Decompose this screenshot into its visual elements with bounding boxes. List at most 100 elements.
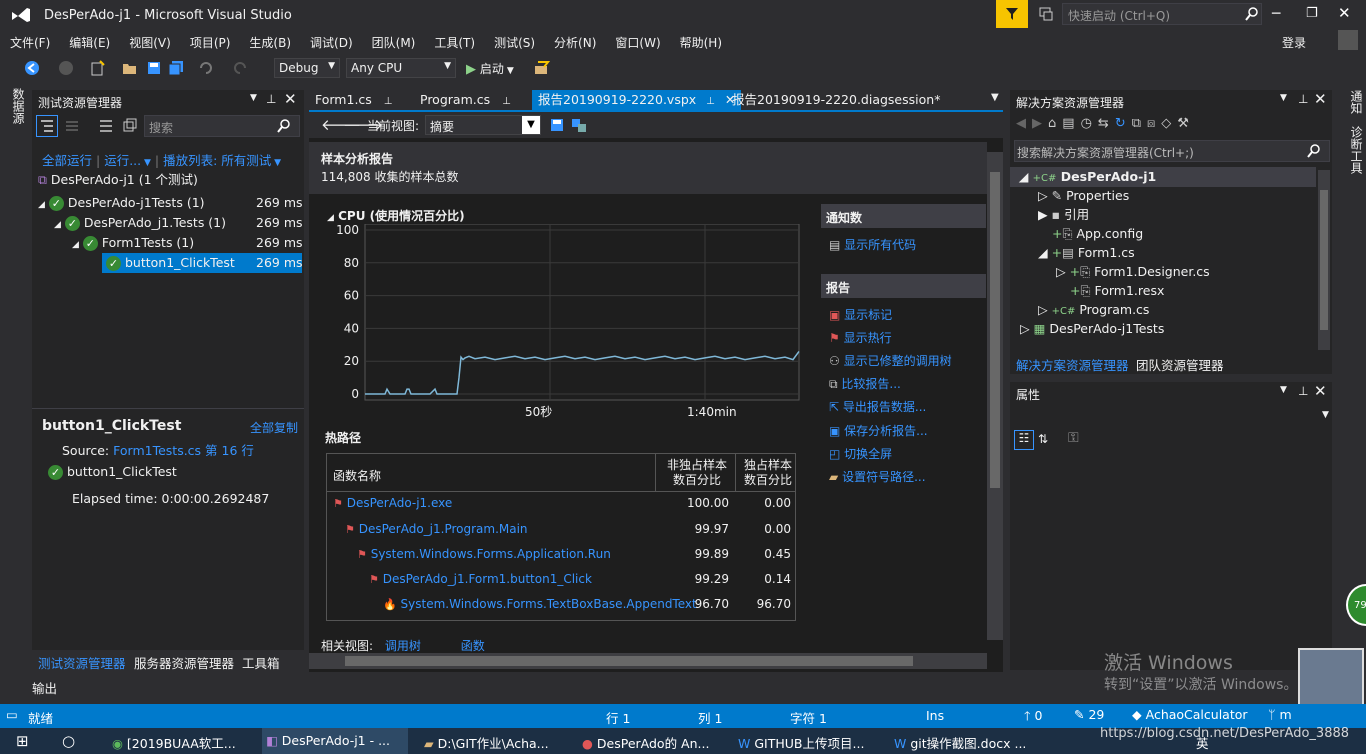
menu-project[interactable]: 项目(P) <box>180 30 240 51</box>
group-by-icon[interactable] <box>36 115 58 137</box>
menu-help[interactable]: 帮助(H) <box>670 30 731 51</box>
menu-view[interactable]: 视图(V) <box>119 30 180 51</box>
show-all-code-link[interactable]: ▤ 显示所有代码 <box>829 236 916 253</box>
current-view-select[interactable]: 摘要 ▼ <box>425 115 541 135</box>
doc-tab-diagsession[interactable]: 报告20190919-2220.diagsession* <box>726 90 946 110</box>
quick-launch-box[interactable]: 快速启动 (Ctrl+Q) <box>1062 3 1262 25</box>
maximize-button[interactable]: ❐ <box>1306 6 1326 22</box>
pin-icon[interactable]: ⊥ <box>266 92 276 106</box>
close-icon[interactable]: ✕ <box>1314 90 1327 108</box>
menu-team[interactable]: 团队(M) <box>362 30 425 51</box>
horizontal-scrollbar[interactable] <box>309 653 987 669</box>
taskbar-item[interactable]: ▰ D:\GIT作业\Acha... <box>420 728 566 754</box>
close-window-button[interactable]: ✕ <box>1338 4 1358 22</box>
playlist-link[interactable]: 播放列表: 所有测试 <box>163 153 271 168</box>
windows-icon[interactable] <box>122 118 138 134</box>
pin-icon[interactable]: ⊥ <box>1298 384 1308 398</box>
tab-solution-explorer[interactable]: 解决方案资源管理器 <box>1016 355 1129 374</box>
navigate-forward-icon[interactable] <box>58 60 74 76</box>
playlist-icon[interactable] <box>64 118 82 134</box>
performance-badge[interactable]: 79 <box>1346 584 1366 626</box>
doc-tab-vspx-active[interactable]: 报告20190919-2220.vspx ⊥ ✕ <box>532 90 742 110</box>
taskbar-item-active[interactable]: ◧ DesPerAdo-j1 - ... <box>262 728 408 754</box>
minimize-button[interactable]: ─ <box>1272 6 1292 22</box>
windows-start-icon[interactable]: ⊞ <box>16 732 29 750</box>
menu-window[interactable]: 窗口(W) <box>605 30 669 51</box>
test-tree-row[interactable]: ◢ ✓ DesPerAdo_j1.Tests (1) 269 ms <box>54 213 304 233</box>
pin-icon[interactable]: ⊥ <box>1298 92 1308 106</box>
menu-debug[interactable]: 调试(D) <box>300 30 362 51</box>
notification-icon[interactable] <box>1038 6 1054 22</box>
feedback-button[interactable] <box>996 0 1028 28</box>
symbol-path-link[interactable]: ▰ 设置符号路径... <box>829 468 926 485</box>
status-repo[interactable]: ◆ AchaoCalculator <box>1132 707 1248 722</box>
source-link[interactable]: Form1Tests.cs 第 16 行 <box>113 443 254 458</box>
tab-server-explorer[interactable]: 服务器资源管理器 <box>134 653 234 672</box>
side-tab-data-sources[interactable]: 数据源 <box>10 88 25 124</box>
code-view-icon[interactable]: ◇ <box>1161 116 1177 131</box>
profiler-icon[interactable] <box>534 60 550 76</box>
refresh-icon[interactable]: ↻ <box>1115 116 1132 131</box>
close-icon[interactable]: ✕ <box>284 90 297 108</box>
table-row[interactable]: ⚑ DesPerAdo-j1.exe 100.00 0.00 <box>333 496 797 516</box>
toggle-fullscreen-link[interactable]: ◰ 切换全屏 <box>829 445 892 462</box>
redo-icon[interactable] <box>232 60 248 76</box>
start-debugging-button[interactable]: ▶ 启动 ▼ <box>464 58 522 78</box>
menu-test[interactable]: 测试(S) <box>484 30 544 51</box>
menu-analyze[interactable]: 分析(N) <box>544 30 605 51</box>
table-row[interactable]: 🔥 System.Windows.Forms.TextBoxBase.Appen… <box>383 597 797 617</box>
navigate-back-icon[interactable] <box>24 60 40 76</box>
search-circle-icon[interactable]: ○ <box>62 732 75 750</box>
forward-icon[interactable]: ▶ <box>1032 116 1048 131</box>
tab-test-explorer[interactable]: 测试资源管理器 <box>38 653 126 672</box>
tree-item-appconfig[interactable]: +⎘ App.config <box>1052 224 1143 244</box>
properties-icon[interactable]: ⚒ <box>1177 116 1195 131</box>
taskbar-item[interactable]: W git操作截图.docx ... <box>890 728 1036 754</box>
show-all-files-icon[interactable]: ⧇ <box>1147 116 1161 131</box>
alphabetical-icon[interactable]: ⇅ <box>1038 432 1048 446</box>
chevron-down-icon[interactable]: ▼ <box>1280 385 1287 395</box>
pin-icon[interactable]: ⊥ <box>384 96 393 107</box>
taskbar-item[interactable]: W GITHUB上传项目... <box>734 728 880 754</box>
save-report-icon[interactable] <box>549 117 565 133</box>
doc-tab-form1[interactable]: Form1.cs ⊥ <box>309 90 399 110</box>
export-data-link[interactable]: ⇱ 导出报告数据... <box>829 398 926 415</box>
taskbar-item[interactable]: ● DesPerAdo的 An... <box>578 728 724 754</box>
tree-item-program[interactable]: ▷ +C# Program.cs <box>1038 300 1149 320</box>
history-icon[interactable]: ◷ <box>1081 116 1098 131</box>
side-tab-diagnostics[interactable]: 诊断工具 <box>1338 126 1363 226</box>
menu-file[interactable]: 文件(F) <box>0 30 59 51</box>
doc-tab-program[interactable]: Program.cs ⊥ <box>414 90 517 110</box>
status-branch[interactable]: ᛘ m <box>1268 707 1292 722</box>
property-pages-icon[interactable]: ⚿ <box>1068 430 1079 446</box>
scrollbar-thumb[interactable] <box>345 656 913 666</box>
status-push[interactable]: 🡑 0 <box>1024 707 1042 728</box>
scrollbar-thumb[interactable] <box>1320 190 1328 330</box>
test-tree-row[interactable]: ◢ ✓ Form1Tests (1) 269 ms <box>72 233 304 253</box>
vertical-scrollbar[interactable] <box>987 152 1003 640</box>
chevron-down-icon[interactable]: ▼ <box>1322 410 1329 420</box>
tree-item-form1[interactable]: ◢ +▤ Form1.cs <box>1038 243 1135 263</box>
taskbar-item[interactable]: ◉ [2019BUAA软工... <box>108 728 254 754</box>
test-project-row[interactable]: ⧉ DesPerAdo-j1 (1 个测试) <box>38 170 198 190</box>
col-function-name[interactable]: 函数名称 <box>333 467 381 484</box>
table-row[interactable]: ⚑ DesPerAdo_j1.Form1.button1_Click 99.29 0… <box>369 572 797 592</box>
test-search-input[interactable]: 搜索 <box>144 115 300 137</box>
open-file-icon[interactable] <box>122 60 138 76</box>
close-icon[interactable]: ✕ <box>1314 382 1327 400</box>
tree-project-tests[interactable]: ▷ ▦ DesPerAdo-j1Tests <box>1020 319 1164 339</box>
copy-all-link[interactable]: 全部复制 <box>250 419 298 436</box>
menu-edit[interactable]: 编辑(E) <box>59 30 119 51</box>
pin-icon[interactable]: ⊥ <box>706 96 715 107</box>
solution-platform-select[interactable]: Any CPU ▼ <box>346 58 456 78</box>
save-all-icon[interactable] <box>168 60 184 76</box>
menu-build[interactable]: 生成(B) <box>239 30 300 51</box>
show-marks-link[interactable]: ▣ 显示标记 <box>829 306 892 323</box>
export-icon[interactable] <box>571 117 587 133</box>
table-row[interactable]: ⚑ System.Windows.Forms.Application.Run 99… <box>357 547 797 567</box>
scrollbar-thumb[interactable] <box>990 172 1000 488</box>
col-inclusive[interactable]: 非独占样本 数百分比 <box>661 458 733 488</box>
table-row[interactable]: ⚑ DesPerAdo_j1.Program.Main 99.97 0.00 <box>345 522 797 542</box>
compare-reports-link[interactable]: ⧉ 比较报告... <box>829 375 901 392</box>
col-exclusive[interactable]: 独占样本 数百分比 <box>737 458 799 488</box>
